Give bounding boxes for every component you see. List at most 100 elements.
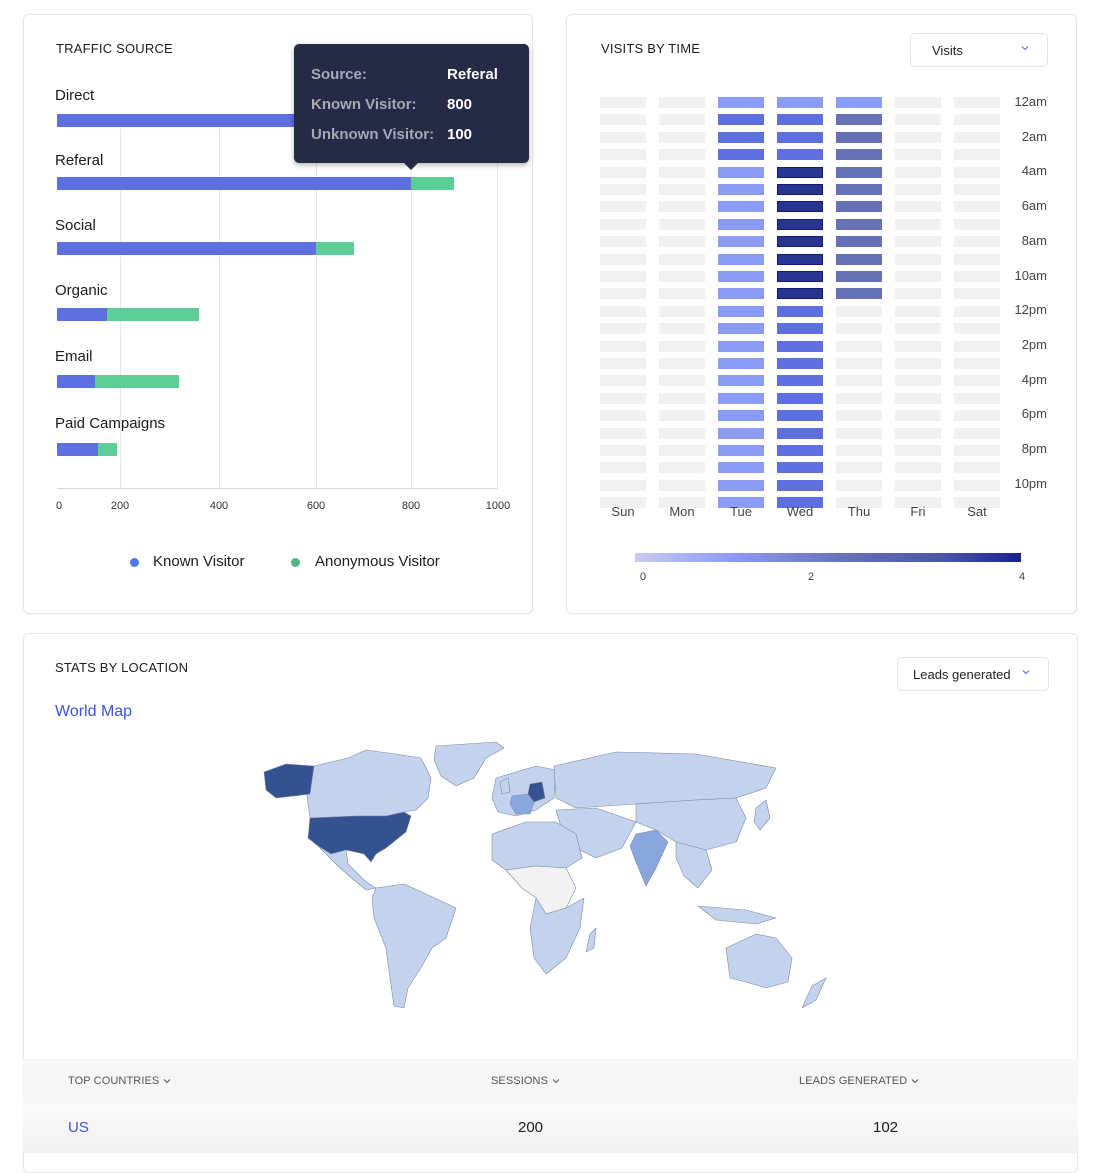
heatmap-cell[interactable]: [954, 305, 1000, 317]
heatmap-cell[interactable]: [600, 340, 646, 352]
bar-anonymous-visitor[interactable]: [97, 443, 117, 456]
heatmap-cell[interactable]: [836, 392, 882, 404]
heatmap-cell[interactable]: [836, 410, 882, 422]
heatmap-cell[interactable]: [777, 201, 823, 213]
bar-known-visitor[interactable]: [57, 443, 98, 456]
heatmap-cell[interactable]: [718, 479, 764, 491]
heatmap-cell[interactable]: [600, 184, 646, 195]
heatmap-cell[interactable]: [895, 392, 941, 404]
th-leads-generated[interactable]: LEADS GENERATED: [799, 1075, 919, 1087]
bar-known-visitor[interactable]: [57, 177, 411, 190]
heatmap-cell[interactable]: [954, 427, 1000, 439]
heatmap-cell[interactable]: [836, 462, 882, 474]
heatmap-cell[interactable]: [659, 184, 705, 195]
heatmap-cell[interactable]: [659, 166, 705, 178]
heatmap-cell[interactable]: [659, 201, 705, 213]
heatmap-cell[interactable]: [777, 271, 823, 282]
heatmap-cell[interactable]: [895, 114, 941, 126]
heatmap-cell[interactable]: [659, 149, 705, 161]
heatmap-cell[interactable]: [895, 218, 941, 230]
table-row[interactable]: US 200 102: [23, 1103, 1078, 1153]
heatmap-cell[interactable]: [836, 358, 882, 369]
heatmap-cell[interactable]: [895, 97, 941, 108]
heatmap-cell[interactable]: [895, 427, 941, 439]
heatmap-cell[interactable]: [718, 201, 764, 213]
heatmap-cell[interactable]: [718, 340, 764, 352]
heatmap-cell[interactable]: [718, 253, 764, 265]
heatmap-cell[interactable]: [954, 201, 1000, 213]
heatmap-cell[interactable]: [718, 149, 764, 161]
heatmap-cell[interactable]: [777, 358, 823, 369]
heatmap-cell[interactable]: [718, 392, 764, 404]
heatmap-cell[interactable]: [718, 462, 764, 474]
heatmap-cell[interactable]: [659, 271, 705, 282]
heatmap-cell[interactable]: [718, 218, 764, 230]
heatmap-cell[interactable]: [600, 97, 646, 108]
heatmap-cell[interactable]: [836, 166, 882, 178]
heatmap-cell[interactable]: [659, 236, 705, 248]
heatmap-cell[interactable]: [836, 149, 882, 161]
heatmap-cell[interactable]: [718, 166, 764, 178]
heatmap-cell[interactable]: [954, 445, 1000, 456]
heatmap-cell[interactable]: [895, 462, 941, 474]
bar-known-visitor[interactable]: [57, 242, 316, 255]
th-sessions[interactable]: SESSIONS: [491, 1075, 560, 1087]
heatmap-cell[interactable]: [659, 375, 705, 387]
heatmap-cell[interactable]: [836, 218, 882, 230]
heatmap-cell[interactable]: [836, 271, 882, 282]
heatmap-cell[interactable]: [777, 288, 823, 300]
heatmap-cell[interactable]: [954, 479, 1000, 491]
heatmap-cell[interactable]: [836, 253, 882, 265]
heatmap-cell[interactable]: [954, 271, 1000, 282]
heatmap-cell[interactable]: [777, 184, 823, 195]
heatmap-cell[interactable]: [836, 305, 882, 317]
heatmap-cell[interactable]: [777, 97, 823, 108]
heatmap-cell[interactable]: [600, 410, 646, 422]
heatmap-cell[interactable]: [600, 201, 646, 213]
heatmap-cell[interactable]: [600, 253, 646, 265]
heatmap-cell[interactable]: [600, 462, 646, 474]
heatmap-cell[interactable]: [659, 392, 705, 404]
heatmap-cell[interactable]: [659, 305, 705, 317]
heatmap-cell[interactable]: [718, 184, 764, 195]
heatmap-cell[interactable]: [895, 410, 941, 422]
heatmap-cell[interactable]: [718, 305, 764, 317]
heatmap-cell[interactable]: [895, 323, 941, 335]
heatmap-cell[interactable]: [954, 410, 1000, 422]
heatmap-cell[interactable]: [836, 427, 882, 439]
heatmap-cell[interactable]: [600, 131, 646, 143]
heatmap-cell[interactable]: [895, 288, 941, 300]
heatmap-cell[interactable]: [954, 131, 1000, 143]
heatmap-cell[interactable]: [777, 375, 823, 387]
heatmap-cell[interactable]: [659, 253, 705, 265]
heatmap-cell[interactable]: [777, 340, 823, 352]
heatmap-cell[interactable]: [836, 201, 882, 213]
heatmap-cell[interactable]: [659, 114, 705, 126]
heatmap-cell[interactable]: [954, 184, 1000, 195]
heatmap-cell[interactable]: [600, 392, 646, 404]
heatmap-cell[interactable]: [659, 288, 705, 300]
heatmap-cell[interactable]: [777, 149, 823, 161]
heatmap-cell[interactable]: [600, 271, 646, 282]
heatmap-cell[interactable]: [777, 445, 823, 456]
heatmap-cell[interactable]: [895, 166, 941, 178]
heatmap-cell[interactable]: [659, 131, 705, 143]
heatmap-cell[interactable]: [954, 323, 1000, 335]
heatmap-cell[interactable]: [777, 305, 823, 317]
heatmap-cell[interactable]: [895, 375, 941, 387]
heatmap-cell[interactable]: [954, 97, 1000, 108]
heatmap-cell[interactable]: [659, 323, 705, 335]
visits-metric-dropdown[interactable]: Visits: [910, 33, 1048, 67]
heatmap-cell[interactable]: [777, 166, 823, 178]
heatmap-cell[interactable]: [600, 149, 646, 161]
heatmap-cell[interactable]: [895, 236, 941, 248]
heatmap-cell[interactable]: [718, 375, 764, 387]
heatmap-cell[interactable]: [659, 462, 705, 474]
heatmap-cell[interactable]: [718, 410, 764, 422]
bar-anonymous-visitor[interactable]: [107, 308, 200, 321]
heatmap-cell[interactable]: [718, 288, 764, 300]
heatmap-cell[interactable]: [836, 131, 882, 143]
heatmap-cell[interactable]: [954, 253, 1000, 265]
heatmap-cell[interactable]: [659, 479, 705, 491]
heatmap-cell[interactable]: [600, 166, 646, 178]
